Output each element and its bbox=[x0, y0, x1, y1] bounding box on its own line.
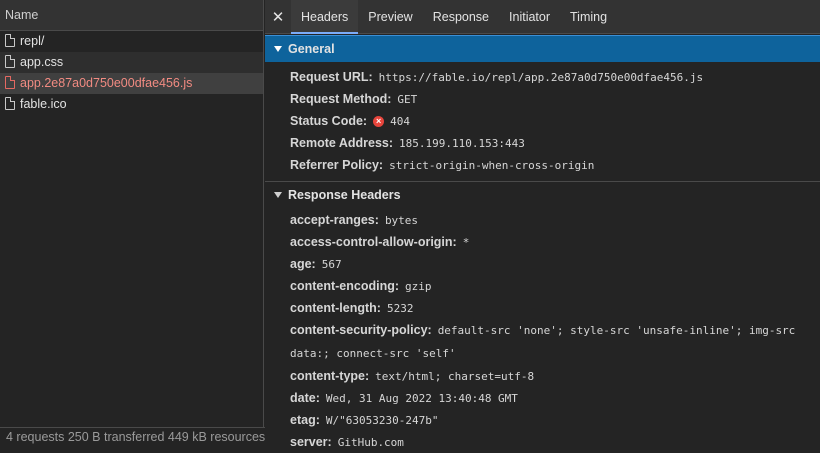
request-list-panel: Name repl/ app.css app.2e87a0d750e00dfae… bbox=[0, 0, 269, 446]
response-header-row: content-security-policy: default-src 'non… bbox=[290, 319, 820, 365]
tab-preview[interactable]: Preview bbox=[358, 0, 422, 33]
header-key: Request URL: bbox=[290, 70, 373, 84]
request-list: repl/ app.css app.2e87a0d750e00dfae456.j… bbox=[0, 31, 263, 115]
general-section: Request URL: https://fable.io/repl/app.2e… bbox=[265, 62, 820, 180]
request-row-app-js[interactable]: app.2e87a0d750e00dfae456.js bbox=[0, 73, 263, 94]
tab-response[interactable]: Response bbox=[423, 0, 499, 33]
response-header-row: age: 567 bbox=[290, 253, 820, 275]
header-key: Referrer Policy: bbox=[290, 158, 384, 172]
header-key: date: bbox=[290, 391, 320, 405]
tab-timing[interactable]: Timing bbox=[560, 0, 617, 33]
header-value: text/html; charset=utf-8 bbox=[375, 370, 535, 383]
request-name: app.css bbox=[20, 55, 64, 69]
header-key: Remote Address: bbox=[290, 136, 394, 150]
header-value: 404 bbox=[390, 115, 410, 128]
header-value: GET bbox=[397, 93, 418, 106]
response-header-row: date: Wed, 31 Aug 2022 13:40:48 GMT bbox=[290, 387, 820, 409]
file-icon bbox=[5, 34, 15, 47]
referrer-policy-row: Referrer Policy: strict-origin-when-cross… bbox=[290, 154, 820, 176]
close-icon[interactable]: ✕ bbox=[265, 0, 291, 33]
header-key: etag: bbox=[290, 413, 320, 427]
request-details-panel: ✕ Headers Preview Response Initiator Tim… bbox=[265, 0, 820, 449]
header-key: content-encoding: bbox=[290, 279, 400, 293]
response-header-row: content-encoding: gzip bbox=[290, 275, 820, 297]
details-tabbar: ✕ Headers Preview Response Initiator Tim… bbox=[265, 0, 820, 34]
header-key: access-control-allow-origin: bbox=[290, 235, 457, 249]
response-headers-title: Response Headers bbox=[288, 188, 401, 202]
tab-headers[interactable]: Headers bbox=[291, 0, 359, 34]
request-row-app-css[interactable]: app.css bbox=[0, 52, 263, 73]
header-value: 185.199.110.153:443 bbox=[399, 137, 525, 150]
error-icon: × bbox=[373, 116, 385, 127]
response-header-row: content-length: 5232 bbox=[290, 297, 820, 319]
file-error-icon bbox=[5, 76, 15, 89]
request-name: app.2e87a0d750e00dfae456.js bbox=[20, 76, 193, 90]
status-summary: 4 requests 250 B transferred 449 kB reso… bbox=[0, 427, 269, 446]
response-header-row: access-control-allow-origin: * bbox=[290, 231, 820, 253]
header-value: gzip bbox=[405, 280, 432, 293]
request-name: fable.ico bbox=[20, 97, 67, 111]
header-value: 5232 bbox=[386, 302, 414, 315]
header-key: content-security-policy: bbox=[290, 323, 432, 337]
response-headers-section: accept-ranges: bytes access-control-allow… bbox=[265, 208, 820, 453]
expand-triangle-icon bbox=[274, 192, 282, 198]
name-column-header[interactable]: Name bbox=[0, 0, 263, 31]
file-icon bbox=[5, 55, 15, 68]
status-code-row: Status Code: × 404 bbox=[290, 110, 820, 132]
header-key: age: bbox=[290, 257, 316, 271]
header-value: W/"63053230-247b" bbox=[325, 414, 439, 427]
response-header-row: accept-ranges: bytes bbox=[290, 209, 820, 231]
request-row-repl[interactable]: repl/ bbox=[0, 31, 263, 52]
header-value: Wed, 31 Aug 2022 13:40:48 GMT bbox=[325, 392, 518, 405]
response-headers-toggle[interactable]: Response Headers bbox=[265, 181, 820, 208]
file-icon bbox=[5, 97, 15, 110]
header-key: Request Method: bbox=[290, 92, 392, 106]
header-value: https://fable.io/repl/app.2e87a0d750e00d… bbox=[378, 71, 704, 84]
header-key: accept-ranges: bbox=[290, 213, 379, 227]
general-section-toggle[interactable]: General bbox=[265, 35, 820, 62]
header-value: 567 bbox=[321, 258, 342, 271]
header-value: * bbox=[462, 236, 470, 249]
response-header-row: content-type: text/html; charset=utf-8 bbox=[290, 365, 820, 387]
header-key: server: bbox=[290, 435, 332, 449]
remote-address-row: Remote Address: 185.199.110.153:443 bbox=[290, 132, 820, 154]
response-header-row: server: GitHub.com bbox=[290, 431, 820, 453]
tab-initiator[interactable]: Initiator bbox=[499, 0, 560, 33]
header-key: Status Code: bbox=[290, 114, 368, 128]
request-name: repl/ bbox=[20, 34, 45, 48]
header-key: content-length: bbox=[290, 301, 381, 315]
request-row-fable-ico[interactable]: fable.ico bbox=[0, 94, 263, 115]
expand-triangle-icon bbox=[274, 46, 282, 52]
header-key: content-type: bbox=[290, 369, 370, 383]
general-section-title: General bbox=[288, 42, 335, 56]
request-url-row: Request URL: https://fable.io/repl/app.2e… bbox=[290, 66, 820, 88]
header-value: strict-origin-when-cross-origin bbox=[389, 159, 595, 172]
request-method-row: Request Method: GET bbox=[290, 88, 820, 110]
header-value: bytes bbox=[384, 214, 419, 227]
header-value: GitHub.com bbox=[337, 436, 404, 449]
response-header-row: etag: W/"63053230-247b" bbox=[290, 409, 820, 431]
